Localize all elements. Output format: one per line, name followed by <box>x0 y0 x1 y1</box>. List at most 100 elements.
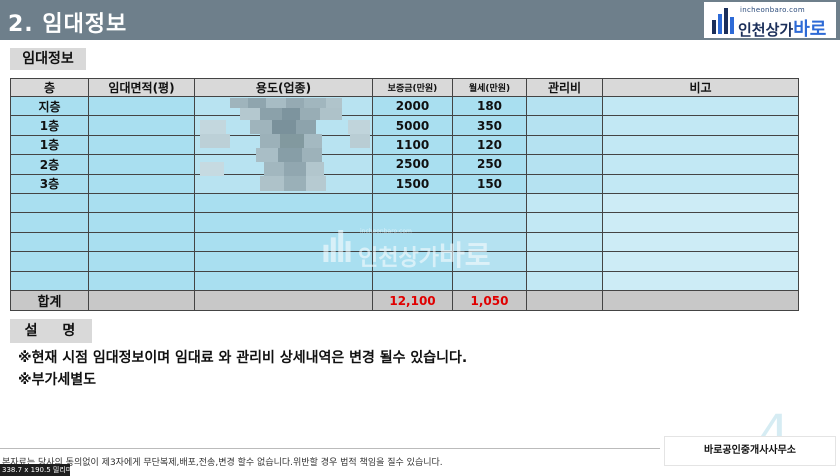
col-header-remarks: 비고 <box>602 78 799 97</box>
rent-cell: 250 <box>452 154 527 175</box>
empty-cell <box>194 192 373 214</box>
table-row-empty <box>10 231 799 253</box>
empty-cell <box>372 212 453 233</box>
empty-cell <box>194 251 373 272</box>
area-cell <box>88 95 195 117</box>
deposit-cell: 5000 <box>372 115 453 136</box>
empty-cell <box>10 270 89 292</box>
logo-name-accent: 바로 <box>793 19 827 40</box>
section-label: 임대정보 <box>10 48 86 70</box>
empty-cell <box>526 231 603 253</box>
total-label: 합계 <box>10 290 89 311</box>
floor-cell: 3층 <box>10 173 89 194</box>
empty-cell <box>526 212 603 233</box>
maintenance-cell <box>526 95 603 117</box>
page-title: 2. 임대정보 <box>8 12 128 37</box>
table-row-empty <box>10 192 799 214</box>
empty-cell <box>526 251 603 272</box>
empty-cell <box>452 231 527 253</box>
empty-cell <box>88 212 195 233</box>
col-header-usage: 용도(업종) <box>194 78 373 97</box>
empty-cell <box>372 192 453 214</box>
deposit-cell: 1500 <box>372 173 453 194</box>
empty-cell <box>88 192 195 214</box>
table-total-row: 합계 12,100 1,050 <box>10 290 799 311</box>
area-cell <box>88 154 195 175</box>
maintenance-cell <box>526 173 603 194</box>
empty-cell <box>602 212 799 233</box>
note-line: ※부가세별도 <box>18 372 97 388</box>
deposit-cell: 2000 <box>372 95 453 117</box>
total-maintenance-cell <box>526 290 603 311</box>
empty-cell <box>452 212 527 233</box>
remarks-cell <box>602 173 799 194</box>
table-row: 1층 5000 350 <box>10 115 799 136</box>
rent-cell: 350 <box>452 115 527 136</box>
empty-cell <box>452 251 527 272</box>
floor-cell: 1층 <box>10 115 89 136</box>
lease-table: 층 임대면적(평) 용도(업종) 보증금(만원) 월세(만원) 관리비 비고 지… <box>10 78 799 311</box>
total-remarks-cell <box>602 290 799 311</box>
remarks-cell <box>602 95 799 117</box>
note-line: ※현재 시점 임대정보이며 임대료 와 관리비 상세내역은 변경 될수 있습니다… <box>18 350 468 366</box>
office-name: 바로공인중개사사무소 <box>664 436 836 466</box>
size-readout: 338.7 x 190.5 밀리미터 <box>0 464 79 476</box>
maintenance-cell <box>526 115 603 136</box>
rent-cell: 150 <box>452 173 527 194</box>
table-header-row: 층 임대면적(평) 용도(업종) 보증금(만원) 월세(만원) 관리비 비고 <box>10 78 799 97</box>
empty-cell <box>602 251 799 272</box>
empty-cell <box>10 231 89 253</box>
empty-cell <box>526 270 603 292</box>
description-label: 설 명 <box>10 319 92 343</box>
col-header-area: 임대면적(평) <box>88 78 195 97</box>
logo-url: incheonbaro.com <box>740 6 805 14</box>
total-deposit: 12,100 <box>372 290 453 311</box>
empty-cell <box>194 270 373 292</box>
empty-cell <box>194 212 373 233</box>
floor-cell: 2층 <box>10 154 89 175</box>
logo-name: 인천상가바로 <box>738 15 826 41</box>
floor-cell: 지층 <box>10 95 89 117</box>
empty-cell <box>526 192 603 214</box>
remarks-cell <box>602 115 799 136</box>
deposit-cell: 2500 <box>372 154 453 175</box>
table-row: 1층 1100 120 <box>10 134 799 156</box>
deposit-cell: 1100 <box>372 134 453 156</box>
empty-cell <box>10 251 89 272</box>
rent-cell: 120 <box>452 134 527 156</box>
building-logo-icon <box>712 8 734 34</box>
empty-cell <box>194 231 373 253</box>
empty-cell <box>372 251 453 272</box>
logo-name-prefix: 인천상가 <box>738 21 794 39</box>
header-bar: 2. 임대정보 incheonbaro.com 인천상가바로 <box>0 0 840 40</box>
empty-cell <box>10 212 89 233</box>
table-row-empty <box>10 251 799 272</box>
floor-cell: 1층 <box>10 134 89 156</box>
maintenance-cell <box>526 154 603 175</box>
empty-cell <box>452 270 527 292</box>
table-row-empty <box>10 212 799 233</box>
table-row: 지층 2000 180 <box>10 95 799 117</box>
empty-cell <box>88 231 195 253</box>
footer-divider <box>0 448 660 449</box>
empty-cell <box>452 192 527 214</box>
table-row: 2층 2500 250 <box>10 154 799 175</box>
remarks-cell <box>602 154 799 175</box>
empty-cell <box>88 251 195 272</box>
table-row: 3층 1500 150 <box>10 173 799 194</box>
empty-cell <box>10 192 89 214</box>
remarks-cell <box>602 134 799 156</box>
area-cell <box>88 173 195 194</box>
col-header-maintenance: 관리비 <box>526 78 603 97</box>
area-cell <box>88 134 195 156</box>
empty-cell <box>88 270 195 292</box>
redacted-usage-mosaic <box>200 98 370 191</box>
col-header-rent: 월세(만원) <box>452 78 527 97</box>
maintenance-cell <box>526 134 603 156</box>
empty-cell <box>602 231 799 253</box>
logo: incheonbaro.com 인천상가바로 <box>704 2 836 41</box>
empty-cell <box>602 270 799 292</box>
rent-cell: 180 <box>452 95 527 117</box>
empty-cell <box>372 231 453 253</box>
empty-cell <box>602 192 799 214</box>
